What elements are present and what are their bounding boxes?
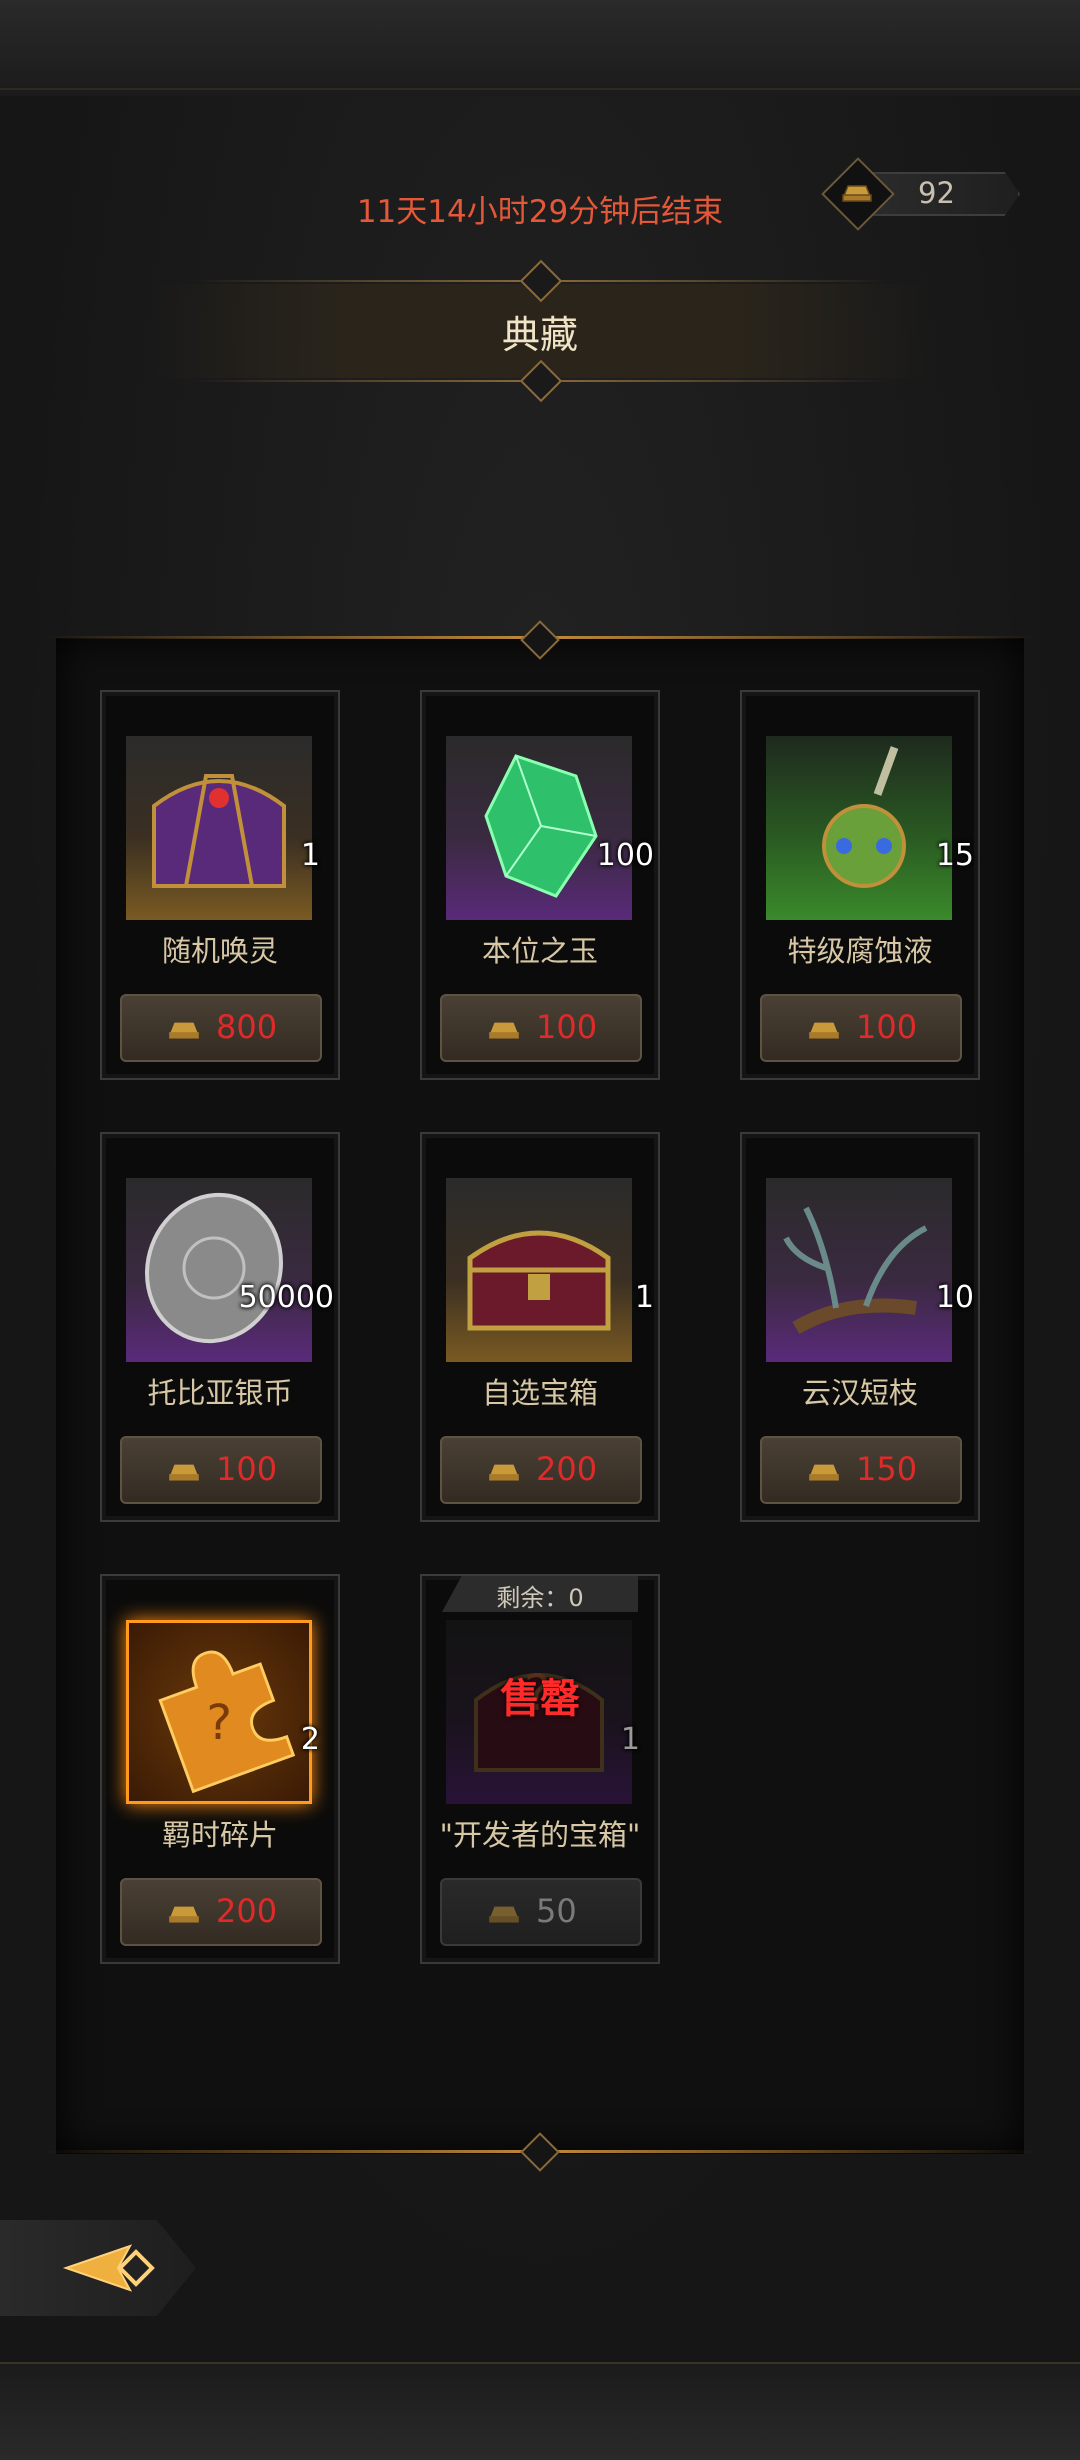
item-image: ? (126, 1620, 312, 1804)
item-price: 50 (536, 1892, 577, 1930)
buy-button[interactable]: 200 (440, 1436, 642, 1504)
item-price: 800 (216, 1008, 278, 1046)
item-quantity: 50000 (238, 1280, 334, 1315)
gold-ingot-icon (809, 1464, 839, 1481)
item-name: 特级腐蚀液 (787, 934, 933, 968)
silver-coin-icon (145, 1192, 283, 1344)
shop-item-card[interactable]: ? 2 羁时碎片 200 (100, 1574, 340, 1964)
item-image (446, 1178, 632, 1362)
item-name: "开发者的宝箱" (439, 1818, 641, 1852)
shop-item-card-sold-out[interactable]: 剩余：0 ? 售罄 1 "开发者的宝箱" 50 (420, 1574, 660, 1964)
item-quantity: 10 (935, 1280, 974, 1315)
title-banner: 典藏 (150, 259, 930, 403)
item-quantity: 15 (935, 838, 974, 873)
page-title: 典藏 (501, 313, 578, 357)
branch-icon (783, 1206, 928, 1335)
item-image (126, 1178, 312, 1362)
remaining-stock-label: 剩余：0 (496, 1584, 584, 1612)
item-image (126, 736, 312, 920)
shop-item-card[interactable]: 50000 托比亚银币 100 (100, 1132, 340, 1522)
item-name: 托比亚银币 (147, 1376, 293, 1410)
item-quantity: 1 (300, 838, 320, 873)
top-frame (0, 0, 1080, 98)
buy-button[interactable]: 150 (760, 1436, 962, 1504)
buy-button[interactable]: 200 (120, 1878, 322, 1946)
gold-ingot-icon (489, 1022, 519, 1039)
gold-ingot-icon (169, 1022, 199, 1039)
item-quantity: 1 (620, 1722, 640, 1757)
gold-ingot-icon (489, 1906, 519, 1923)
event-timer: 11天14小时29分钟后结束 (356, 194, 724, 230)
gold-ingot-icon (169, 1906, 199, 1923)
item-price: 100 (216, 1450, 278, 1488)
green-crystal-icon (484, 754, 598, 898)
shop-item-card[interactable]: 1 随机唤灵 800 (100, 690, 340, 1080)
remaining-stock-tab: 剩余：0 (442, 1576, 638, 1612)
item-image (766, 736, 952, 920)
buy-button[interactable]: 100 (440, 994, 642, 1062)
item-name: 自选宝箱 (481, 1376, 598, 1410)
gold-ingot-icon (489, 1464, 519, 1481)
puzzle-piece-icon: ? (158, 1650, 296, 1794)
item-name: 本位之玉 (481, 934, 598, 968)
back-button[interactable] (0, 2220, 196, 2316)
buy-button[interactable]: 800 (120, 994, 322, 1062)
gold-ingot-icon (809, 1022, 839, 1039)
gold-ingot-icon (169, 1464, 199, 1481)
buy-button-disabled: 50 (440, 1878, 642, 1946)
item-quantity: 1 (634, 1280, 654, 1315)
item-name: 随机唤灵 (161, 934, 278, 968)
item-quantity: 100 (596, 838, 654, 873)
buy-button[interactable]: 100 (760, 994, 962, 1062)
shop-item-card[interactable]: 100 本位之玉 100 (420, 690, 660, 1080)
item-name: 云汉短枝 (801, 1376, 918, 1410)
currency-value: 92 (918, 176, 955, 210)
back-arrow-icon (62, 2244, 155, 2292)
bottom-frame (0, 2362, 1080, 2460)
item-name: 羁时碎片 (161, 1818, 278, 1852)
purple-chest-icon (152, 774, 286, 888)
shop-item-card[interactable]: 15 特级腐蚀液 100 (740, 690, 980, 1080)
shop-item-card[interactable]: 10 云汉短枝 150 (740, 1132, 980, 1522)
shop-item-card[interactable]: 1 自选宝箱 200 (420, 1132, 660, 1522)
item-price: 150 (856, 1450, 918, 1488)
item-image (446, 736, 632, 920)
buy-button[interactable]: 100 (120, 1436, 322, 1504)
item-price: 100 (536, 1008, 598, 1046)
item-price: 200 (536, 1450, 598, 1488)
item-image (766, 1178, 952, 1362)
sold-out-stamp: 售罄 (500, 1676, 580, 1722)
item-quantity: 2 (300, 1722, 320, 1757)
item-price: 200 (216, 1892, 278, 1930)
treasure-chest-icon (467, 1230, 611, 1331)
currency-display[interactable]: 92 (821, 157, 1026, 231)
item-price: 100 (856, 1008, 918, 1046)
potion-flask-icon (822, 746, 906, 888)
gold-ingot-icon (842, 185, 872, 202)
